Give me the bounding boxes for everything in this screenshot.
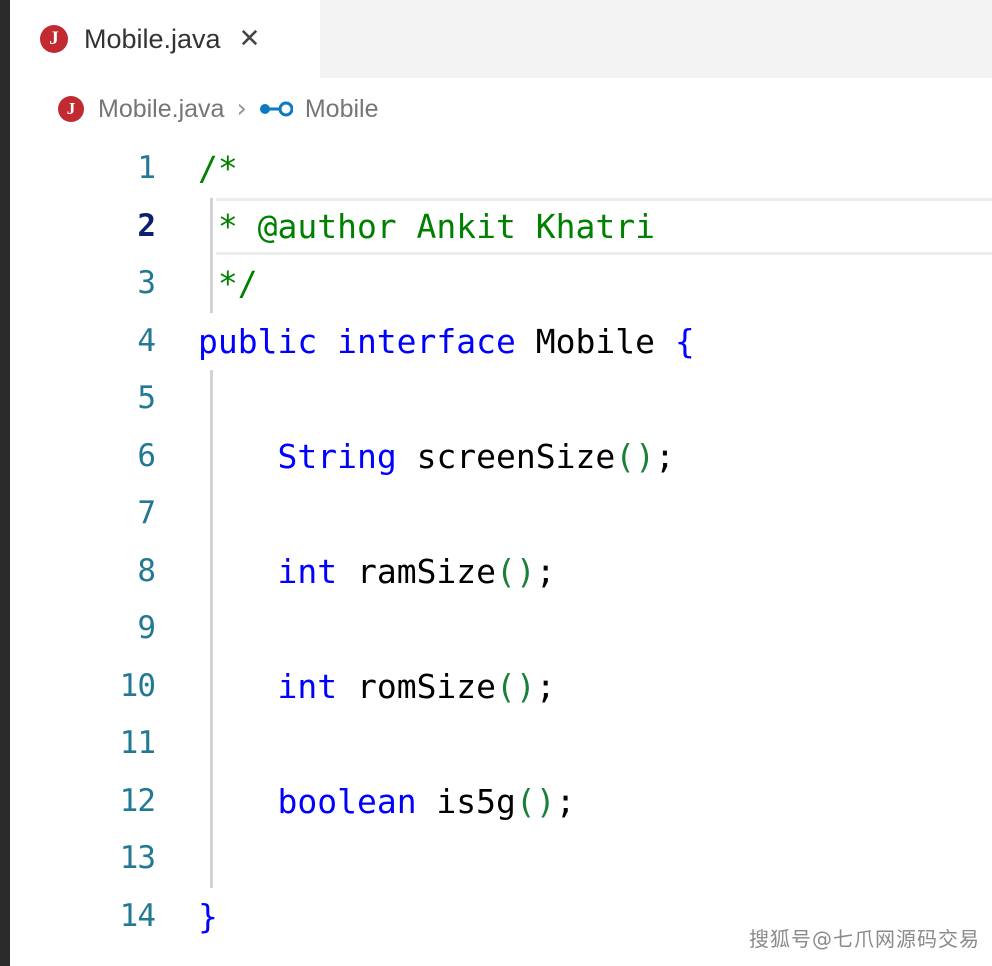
code-line-text: * @author Ankit Khatri [198,198,655,256]
line-number: 14 [119,897,156,934]
code-line[interactable]: 8 int ramSize(); [10,542,992,601]
code-line[interactable]: 5 [10,370,992,428]
line-number: 7 [137,495,156,531]
chevron-right-icon: › [236,94,247,124]
code-line[interactable]: 6 String screenSize(); [10,427,992,486]
code-token-plain: ; [555,781,576,821]
code-line[interactable]: 4 public interface Mobile { [10,313,992,371]
code-token-plain: ramSize [337,551,497,591]
code-token-cmt: /* [198,149,238,188]
code-line-text: } [198,888,218,946]
indent-guide [210,485,213,543]
code-line[interactable]: 3 */ [10,255,992,313]
code-token-plain: screenSize [396,436,616,476]
code-line[interactable]: 2 * @author Ankit Khatri [10,197,992,256]
code-line-text: boolean is5g(); [198,773,576,831]
code-line[interactable]: 1 /* [10,140,992,198]
indent-guide [210,370,213,428]
code-token-par: () [496,551,536,591]
code-token-plain: is5g [416,781,516,821]
code-line-text: int ramSize(); [198,543,556,601]
watermark-text: 搜狐号@七爪网源码交易 [749,927,980,951]
code-line[interactable]: 11 [10,715,992,773]
vscode-window: J Mobile.java ✕ J Mobile.java › Mobile 1… [0,0,992,966]
breadcrumb: J Mobile.java › Mobile [10,78,992,140]
code-token-kw: int [277,551,338,591]
line-number: 13 [119,840,156,876]
code-lines: 1/* 2 * @author Ankit Khatri 3 */4 public i… [10,140,992,945]
line-number: 5 [137,380,156,416]
line-number: 10 [119,667,156,704]
code-token-par: () [615,436,655,476]
code-line[interactable]: 9 [10,600,992,658]
code-token-par: () [496,666,536,706]
line-number: 8 [137,552,156,589]
code-token-plain: Mobile [535,321,675,361]
indent-guide [210,830,213,888]
code-line-text: String screenSize(); [198,428,675,486]
code-token-plain: ; [655,436,675,476]
line-number: 3 [137,265,156,301]
line-number: 1 [137,150,156,186]
activity-bar [0,0,10,966]
code-token-kw: boolean [277,781,417,821]
line-number: 6 [137,437,156,474]
breadcrumb-symbol-label: Mobile [304,94,379,123]
editor-tab-bar: J Mobile.java ✕ [10,0,992,78]
line-number: 11 [119,725,156,761]
close-icon[interactable]: ✕ [239,26,261,52]
code-token-kw: int [277,666,338,706]
line-number: 9 [137,610,156,646]
code-token-plain: ; [535,551,556,591]
code-line[interactable]: 7 [10,485,992,543]
code-token-cmt: * @author Ankit Khatri [198,206,655,246]
code-token-plain: ; [535,666,556,706]
code-line[interactable]: 13 [10,830,992,888]
code-line-text: */ [198,255,258,313]
line-number: 2 [137,207,156,244]
code-token-plain: romSize [337,666,497,706]
tab-label: Mobile.java [84,23,221,54]
tab-mobile-java[interactable]: J Mobile.java ✕ [10,0,320,78]
java-file-icon: J [58,96,84,122]
code-token-kw: public interface [198,321,536,361]
indent-guide [210,600,213,658]
breadcrumb-item-file[interactable]: J Mobile.java [58,95,224,124]
code-token-kw: String [277,436,397,476]
interface-symbol-icon [259,98,293,120]
java-file-icon: J [40,25,68,53]
code-token-kw: } [198,896,218,936]
code-token-cmt: */ [198,264,258,303]
code-line-text: /* [198,140,238,198]
code-line[interactable]: 12 boolean is5g(); [10,772,992,831]
code-editor[interactable]: 1/* 2 * @author Ankit Khatri 3 */4 public i… [10,140,992,966]
code-token-kw: { [674,321,695,361]
code-line[interactable]: 10 int romSize(); [10,657,992,716]
indent-guide [210,715,213,773]
code-line-text: public interface Mobile { [198,313,695,371]
breadcrumb-file-label: Mobile.java [98,94,225,123]
line-number: 12 [119,782,156,819]
code-token-par: () [515,781,556,821]
code-line-text: int romSize(); [198,658,556,716]
line-number: 4 [137,322,156,359]
breadcrumb-item-symbol[interactable]: Mobile [259,95,379,124]
